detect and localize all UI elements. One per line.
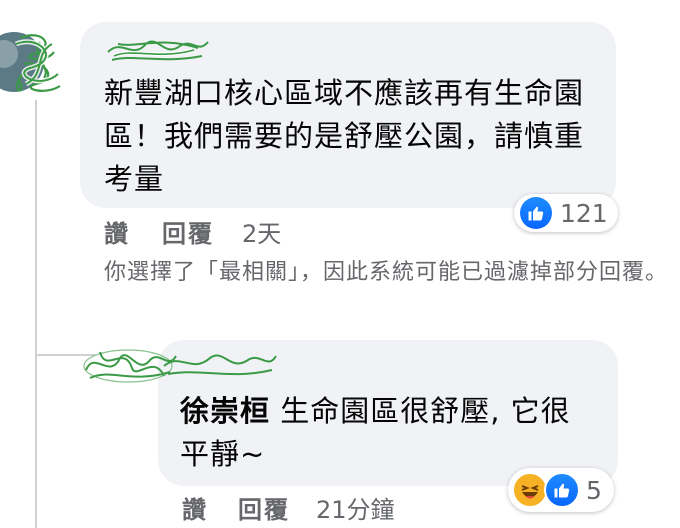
reply-reactions[interactable]: 5	[508, 468, 614, 512]
redacted-name-scribble	[102, 30, 212, 70]
reply-button[interactable]: 回覆	[162, 214, 214, 249]
like-icon	[520, 197, 552, 229]
thread-line	[35, 100, 37, 528]
reply-timestamp[interactable]: 21分鐘	[316, 490, 395, 525]
reaction-count: 5	[586, 475, 602, 505]
reply-button[interactable]: 回覆	[238, 490, 290, 525]
reply-actions: 讚 回覆 21分鐘	[182, 490, 395, 525]
like-button[interactable]: 讚	[182, 490, 208, 525]
like-button[interactable]: 讚	[104, 214, 130, 249]
commenter-avatar[interactable]	[0, 24, 70, 100]
like-icon	[544, 472, 580, 508]
comment-text: 新豐湖口核心區域不應該再有生命園區！我們需要的是舒壓公園，請慎重考量	[104, 76, 585, 196]
reaction-count: 121	[560, 198, 608, 228]
comment-timestamp[interactable]: 2天	[242, 214, 281, 249]
comment-actions: 讚 回覆 2天	[104, 214, 281, 249]
reply-text-block: 徐崇桓 生命園區很舒壓, 它很平靜~	[180, 390, 600, 476]
filter-notice: 你選擇了「最相關」，因此系統可能已過濾掉部分回覆。	[104, 260, 669, 285]
haha-icon	[512, 472, 548, 508]
redacted-name-scribble	[160, 346, 280, 384]
comment-reactions[interactable]: 121	[514, 194, 618, 232]
tagged-name[interactable]: 徐崇桓	[180, 394, 270, 428]
